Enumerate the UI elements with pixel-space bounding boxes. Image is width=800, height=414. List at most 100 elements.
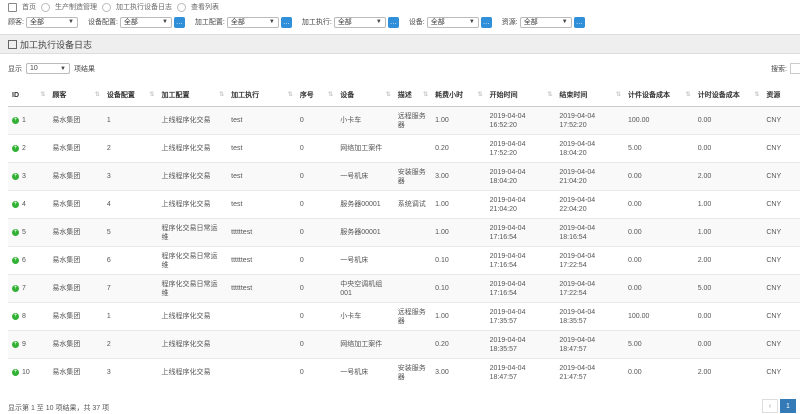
table-cell: 0 [295,134,337,163]
column-header[interactable]: 设备配置 ⇅ [102,84,158,107]
filter-0: 顾客: 全部 ▼ [8,16,78,28]
table-cell: 1 [102,106,158,135]
table-cell [393,330,432,359]
table-cell: 网络加工案件 [336,134,394,163]
table-cell: 小卡车 [336,302,394,331]
cell-text: 2019-04-04 18:47:57 [559,336,596,353]
cell-text: 0.00 [628,257,642,264]
search-input[interactable] [790,63,800,74]
expand-icon[interactable]: + [12,116,19,124]
ellipsis-icon[interactable]: … [173,16,185,28]
table-cell: 2019-04-04 17:52:20 [555,106,625,135]
cell-text: 7 [106,285,111,292]
breadcrumb-module[interactable]: 生产制造管理 [55,2,97,12]
table-cell: +7 [8,274,49,303]
cell-text: 3 [106,173,111,180]
column-header[interactable]: 加工执行 ⇅ [227,84,296,107]
cell-text: 5.00 [697,285,712,292]
column-header-label: 资源 [766,92,781,99]
column-header[interactable]: 设备 ⇅ [336,84,394,107]
filter-select[interactable]: 全部 ▼ [25,16,78,28]
expand-icon[interactable]: + [12,172,19,180]
expand-icon[interactable]: + [12,256,19,264]
table-cell: 3.00 [431,162,486,191]
sort-icon: ⇅ [149,92,155,98]
expand-icon[interactable]: + [12,144,19,152]
cell-text: 上线程序化交易 [161,313,211,320]
table-cell: 2019-04-04 18:16:54 [555,218,625,247]
table-cell: 3 [102,358,158,386]
table-cell: 一号机床 [336,246,394,275]
table-cell: 0.00 [624,190,694,219]
column-header[interactable]: 结束时间 ⇅ [555,84,625,107]
panel-title: 加工执行设备日志 [20,39,93,50]
table-row: +6 易水集团 6 程序化交易日常运维 ttttttest 0 一号机床 0.10 2019-0… [8,246,800,275]
breadcrumb-home[interactable]: 首页 [22,2,36,12]
table-cell: +8 [8,302,49,331]
expand-icon[interactable]: + [12,284,19,292]
prev-page-button[interactable]: ‹ [762,399,778,413]
cell-text: 2 [106,145,111,152]
sort-icon: ⇅ [477,92,483,98]
filter-select[interactable]: 全部 ▼ [226,16,279,28]
column-header[interactable]: 开始时间 ⇅ [485,84,556,107]
filter-5: 资源: 全部 ▼… [502,16,585,28]
table-cell: 程序化交易日常运维 [157,274,228,303]
table-cell: 上线程序化交易 [157,190,228,219]
cell-text: 0 [299,257,304,264]
filter-select[interactable]: 全部 ▼ [426,16,479,28]
cell-text: 100.00 [628,313,650,320]
ellipsis-icon[interactable]: … [480,16,492,28]
table-cell: 小卡车 [336,106,394,135]
ellipsis-icon[interactable]: … [573,16,585,28]
column-header[interactable]: ID ⇅ [8,84,49,107]
chevron-down-icon: ▼ [561,19,568,25]
cell-text: 易水集团 [52,117,81,124]
cell-text: 0 [299,313,304,320]
expand-icon[interactable]: + [12,228,19,236]
cell-text: 3.00 [435,369,449,376]
filter-label: 设备配置: [87,19,118,26]
cell-text: 中央空调机组001 [340,280,383,297]
page-button-current[interactable]: 1 [780,399,796,413]
column-header[interactable]: 计时设备成本 ⇅ [693,84,763,107]
table-cell: +3 [8,162,49,191]
column-header[interactable]: 描述 ⇅ [393,84,432,107]
expand-icon[interactable]: + [12,200,19,208]
table-row: +7 易水集团 7 程序化交易日常运维 ttttttest 0 中央空调机组001 0.10 2… [8,274,800,303]
column-header[interactable]: 耗费小时 ⇅ [431,84,486,107]
column-header[interactable]: 序号 ⇅ [295,84,337,107]
table-cell: 远程服务器 [393,302,432,331]
table-cell: CNY [762,106,800,135]
expand-icon[interactable]: + [12,340,19,348]
column-header[interactable]: 加工配置 ⇅ [157,84,228,107]
cell-text: 1.00 [697,229,712,236]
column-header[interactable]: 资源⇅ [762,84,800,107]
filter-select[interactable]: 全部 ▼ [519,16,572,28]
cell-text: test [231,173,243,180]
table-row: +3 易水集团 3 上线程序化交易 test 0 一号机床 安装服务器 3.00 2019-04-… [8,162,800,191]
table-cell: 2 [102,134,158,163]
filter-label: 加工执行: [301,19,332,26]
table-cell: CNY [762,330,800,359]
expand-icon[interactable]: + [12,368,19,376]
table-cell [393,134,432,163]
cell-text: 一号机床 [340,369,369,376]
cell-text: 0.00 [628,229,642,236]
table-row: +1 易水集团 1 上线程序化交易 test 0 小卡车 远程服务器 1.00 2019-04-0… [8,106,800,135]
table-cell: 中央空调机组001 [336,274,394,303]
ellipsis-icon[interactable]: … [387,16,399,28]
expand-icon[interactable]: + [12,312,19,320]
page-length-select[interactable]: 10 ▼ [26,63,70,74]
column-header[interactable]: 顾客 ⇅ [48,84,103,107]
home-icon[interactable] [8,2,17,12]
table-cell: 服务器00001 [336,218,394,247]
filter-select[interactable]: 全部 ▼ [333,16,386,28]
column-header[interactable]: 计件设备成本 ⇅ [624,84,694,107]
table-cell: +1 [8,106,49,135]
breadcrumb-page[interactable]: 加工执行设备日志 [116,2,172,12]
table-cell: test [227,162,296,191]
ellipsis-icon[interactable]: … [280,16,292,28]
filter-select[interactable]: 全部 ▼ [119,16,172,28]
table-cell: 上线程序化交易 [157,302,228,331]
